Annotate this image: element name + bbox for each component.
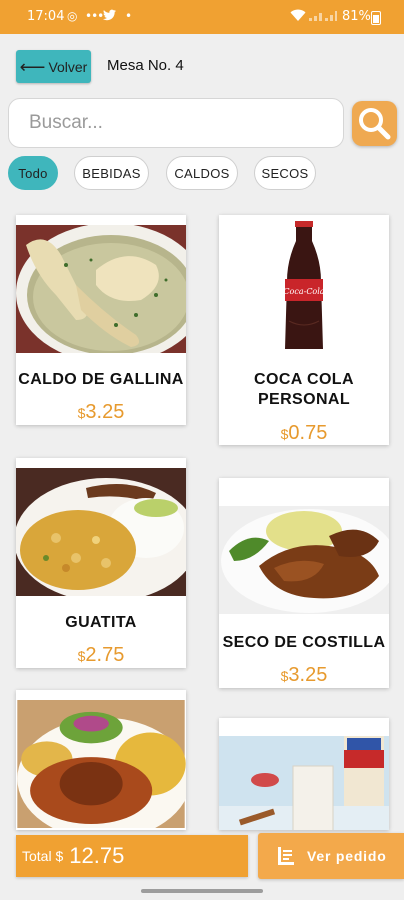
product-price: $0.75 [280,422,328,444]
dot-icon: • [125,9,133,23]
product-name: COCA COLA PERSONAL [254,371,354,408]
product-name: CALDO DE GALLINA [18,371,184,388]
search-button[interactable] [352,101,397,146]
view-order-button[interactable]: Ver pedido [258,833,404,879]
product-card[interactable]: CALDO DE GALLINA $3.25 [16,215,186,425]
twitter-icon [103,9,116,24]
total-label: Total $ [22,848,64,864]
product-image [219,506,389,614]
total-value: 12.75 [69,843,125,868]
battery-level: 81% [342,9,371,24]
signal-icon [308,9,338,25]
arrow-left-icon: ⟵ [19,56,46,77]
category-chip-bebidas[interactable]: BEBIDAS [74,156,149,190]
back-button[interactable]: ⟵ Volver [16,50,91,83]
product-image [219,736,389,830]
product-card[interactable]: GUATITA $2.75 [16,458,186,668]
product-image [17,700,186,828]
product-name: SECO DE COSTILLA [222,634,386,651]
table-label: Mesa No. 4 [107,57,184,74]
category-chip-todo[interactable]: Todo [8,156,58,190]
category-chip-secos[interactable]: SECOS [254,156,316,190]
category-chip-caldos[interactable]: CALDOS [166,156,238,190]
whatsapp-icon: ◎ [67,9,78,23]
back-button-label: Volver [48,58,88,75]
home-indicator[interactable] [141,889,263,893]
more-icon: ••• [85,9,104,23]
product-card[interactable]: Coca-Cola COCA COLA PERSONAL $0.75 [219,215,389,445]
status-time: 17:04 [27,9,65,24]
product-card[interactable]: SECO DE COSTILLA $3.25 [219,478,389,688]
search-input[interactable] [8,98,344,148]
svg-text:Coca-Cola: Coca-Cola [283,287,324,296]
order-list-icon [278,847,294,865]
product-image [16,225,186,353]
view-order-label: Ver pedido [307,848,387,864]
search-icon [359,108,391,140]
wifi-icon [290,9,306,25]
product-price: $2.75 [77,644,125,666]
product-name: GUATITA [65,614,137,631]
product-price: $3.25 [280,664,328,686]
product-image [16,468,186,596]
order-total: Total $ 12.75 [16,835,248,877]
product-card[interactable] [16,690,186,830]
product-price: $3.25 [77,401,125,423]
product-image: Coca-Cola [219,221,389,349]
product-card[interactable] [219,718,389,830]
battery-icon [371,11,381,25]
status-bar: 17:04 ◎ ••• • 81% [0,0,404,34]
